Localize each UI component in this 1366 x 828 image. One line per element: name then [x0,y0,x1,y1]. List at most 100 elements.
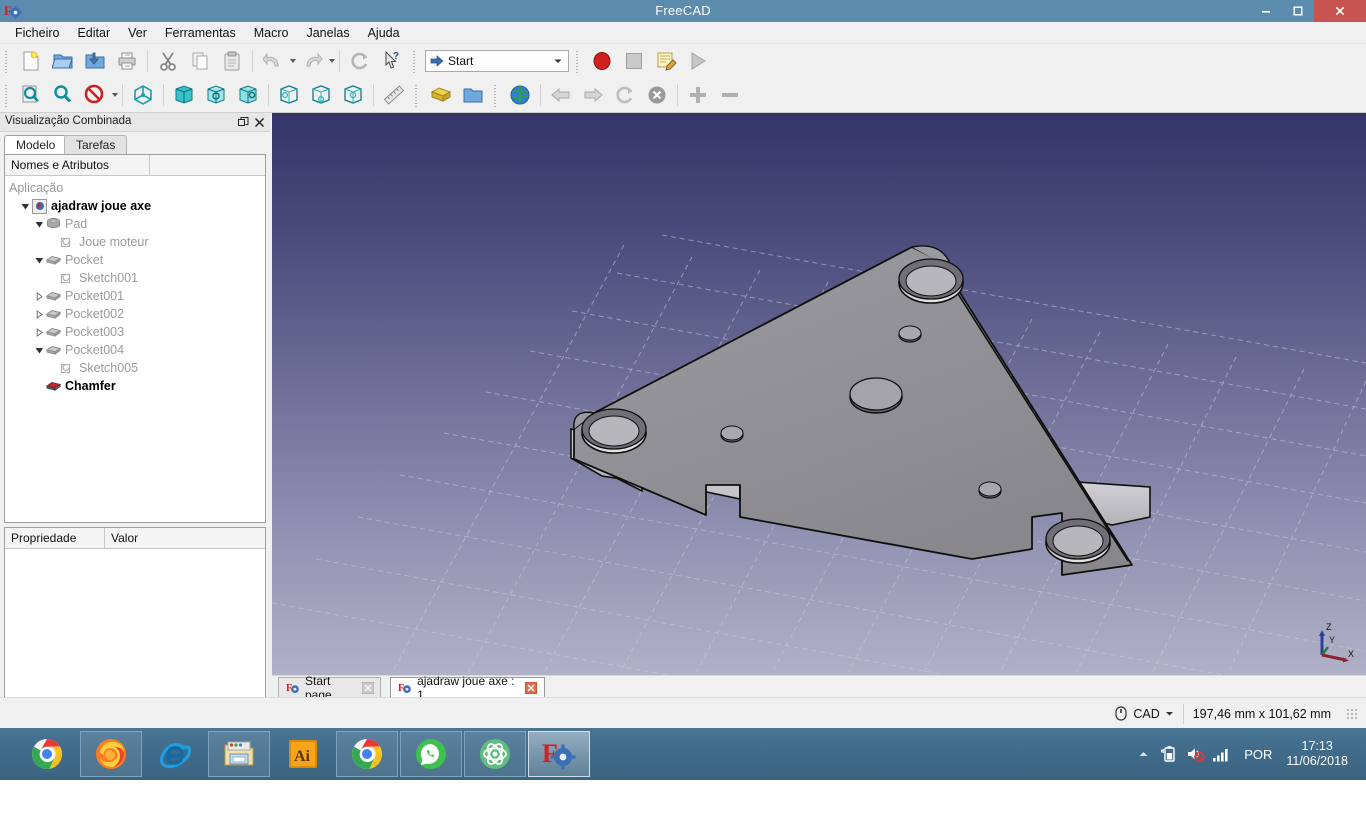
document-tab-ajadraw-joue-axe[interactable]: F ajadraw joue axe : 1 [390,674,545,702]
collapsed-arrow-icon[interactable] [33,287,45,305]
print-document-icon[interactable] [112,46,142,76]
workbench-selector[interactable]: Start [425,50,569,72]
browser-stop-icon[interactable] [642,80,672,110]
refresh-icon[interactable] [345,46,375,76]
macro-edit-icon[interactable] [651,46,681,76]
expanded-arrow-icon[interactable] [19,197,31,215]
taskbar-whatsapp[interactable] [400,731,462,777]
close-button[interactable] [1314,0,1366,22]
macro-record-icon[interactable] [587,46,617,76]
cut-icon[interactable] [153,46,183,76]
menu-ferramentas[interactable]: Ferramentas [156,24,245,42]
copy-icon[interactable] [185,46,215,76]
resize-grip[interactable] [1346,707,1358,720]
tree-item-chamfer[interactable]: Chamfer [5,377,265,395]
close-icon[interactable] [361,681,374,695]
expanded-arrow-icon[interactable] [33,251,45,269]
minimize-button[interactable] [1250,0,1282,22]
menu-ficheiro[interactable]: Ficheiro [6,24,68,42]
battery-icon[interactable] [1156,728,1182,780]
collapsed-arrow-icon[interactable] [33,323,45,341]
zoom-in-icon[interactable] [683,80,713,110]
fit-all-icon[interactable] [16,80,46,110]
taskbar-atom[interactable] [464,731,526,777]
zoom-out-icon[interactable] [715,80,745,110]
tree-item-pocket[interactable]: Pocket [5,251,265,269]
toolbar-grip[interactable] [411,49,420,73]
rear-view-icon[interactable] [274,80,304,110]
open-document-icon[interactable] [48,46,78,76]
create-group-icon[interactable] [458,80,488,110]
axonometric-view-icon[interactable] [128,80,158,110]
tree-item-pocket003[interactable]: Pocket003 [5,323,265,341]
taskbar-file-explorer[interactable] [208,731,270,777]
tree-item-pocket001[interactable]: Pocket001 [5,287,265,305]
top-view-icon[interactable] [201,80,231,110]
save-document-icon[interactable] [80,46,110,76]
undo-icon[interactable] [258,46,288,76]
toolbar-grip[interactable] [492,83,501,107]
draw-style-dropdown-arrow-icon[interactable] [112,93,118,97]
browser-back-icon[interactable] [546,80,576,110]
draw-style-icon[interactable] [80,80,110,110]
paste-icon[interactable] [217,46,247,76]
undo-dropdown-arrow-icon[interactable] [290,59,296,63]
whats-this-icon[interactable]: ? [377,46,407,76]
model-tree[interactable]: Nomes e Atributos Aplicação ajadraw joue… [4,154,266,523]
menu-macro[interactable]: Macro [245,24,298,42]
chevron-down-icon[interactable] [1165,707,1174,721]
float-panel-icon[interactable] [236,115,250,129]
menu-ajuda[interactable]: Ajuda [359,24,409,42]
chevron-up-icon[interactable] [1130,728,1156,780]
tree-item-pocket004[interactable]: Pocket004 [5,341,265,359]
tree-item-pad[interactable]: Pad [5,215,265,233]
measure-icon[interactable] [379,80,409,110]
document-tab-start-page[interactable]: F Start page [278,674,381,702]
toolbar-grip[interactable] [3,83,12,107]
toolbar-grip[interactable] [3,49,12,73]
new-document-icon[interactable] [16,46,46,76]
create-part-icon[interactable] [426,80,456,110]
maximize-button[interactable] [1282,0,1314,22]
volume-muted-icon[interactable] [1182,728,1208,780]
macro-execute-icon[interactable] [683,46,713,76]
taskbar-chrome[interactable] [16,731,78,777]
close-icon[interactable] [252,115,266,129]
tab-tarefas[interactable]: Tarefas [64,135,128,156]
browser-forward-icon[interactable] [578,80,608,110]
toolbar-grip[interactable] [413,83,422,107]
close-icon[interactable] [525,681,538,695]
taskbar-firefox[interactable] [80,731,142,777]
3d-view[interactable]: Z Y X [272,113,1366,675]
bottom-view-icon[interactable] [306,80,336,110]
tree-item-joue-moteur[interactable]: Joue moteur [5,233,265,251]
browser-home-icon[interactable] [505,80,535,110]
tree-item-sketch001[interactable]: Sketch001 [5,269,265,287]
taskbar-chrome-2[interactable] [336,731,398,777]
front-view-icon[interactable] [169,80,199,110]
menu-ver[interactable]: Ver [119,24,156,42]
tree-item-document[interactable]: ajadraw joue axe [5,197,265,215]
browser-refresh-icon[interactable] [610,80,640,110]
redo-icon[interactable] [297,46,327,76]
taskbar-illustrator[interactable]: Ai [272,731,334,777]
network-icon[interactable] [1208,728,1234,780]
expanded-arrow-icon[interactable] [33,215,45,233]
tab-modelo[interactable]: Modelo [4,135,68,156]
unit-system-selector[interactable]: CAD [1106,704,1182,724]
collapsed-arrow-icon[interactable] [33,305,45,323]
tree-item-sketch005[interactable]: Sketch005 [5,359,265,377]
menu-editar[interactable]: Editar [68,24,119,42]
input-language[interactable]: POR [1234,747,1282,762]
chevron-down-icon[interactable] [550,56,566,66]
tree-item-pocket002[interactable]: Pocket002 [5,305,265,323]
tree-item-aplicacao[interactable]: Aplicação [5,179,265,197]
fit-selection-icon[interactable] [48,80,78,110]
clock[interactable]: 17:13 11/06/2018 [1282,739,1358,769]
taskbar-freecad[interactable]: F [528,731,590,777]
expanded-arrow-icon[interactable] [33,341,45,359]
toolbar-grip[interactable] [574,49,583,73]
macro-stop-icon[interactable] [619,46,649,76]
right-view-icon[interactable] [233,80,263,110]
redo-dropdown-arrow-icon[interactable] [329,59,335,63]
